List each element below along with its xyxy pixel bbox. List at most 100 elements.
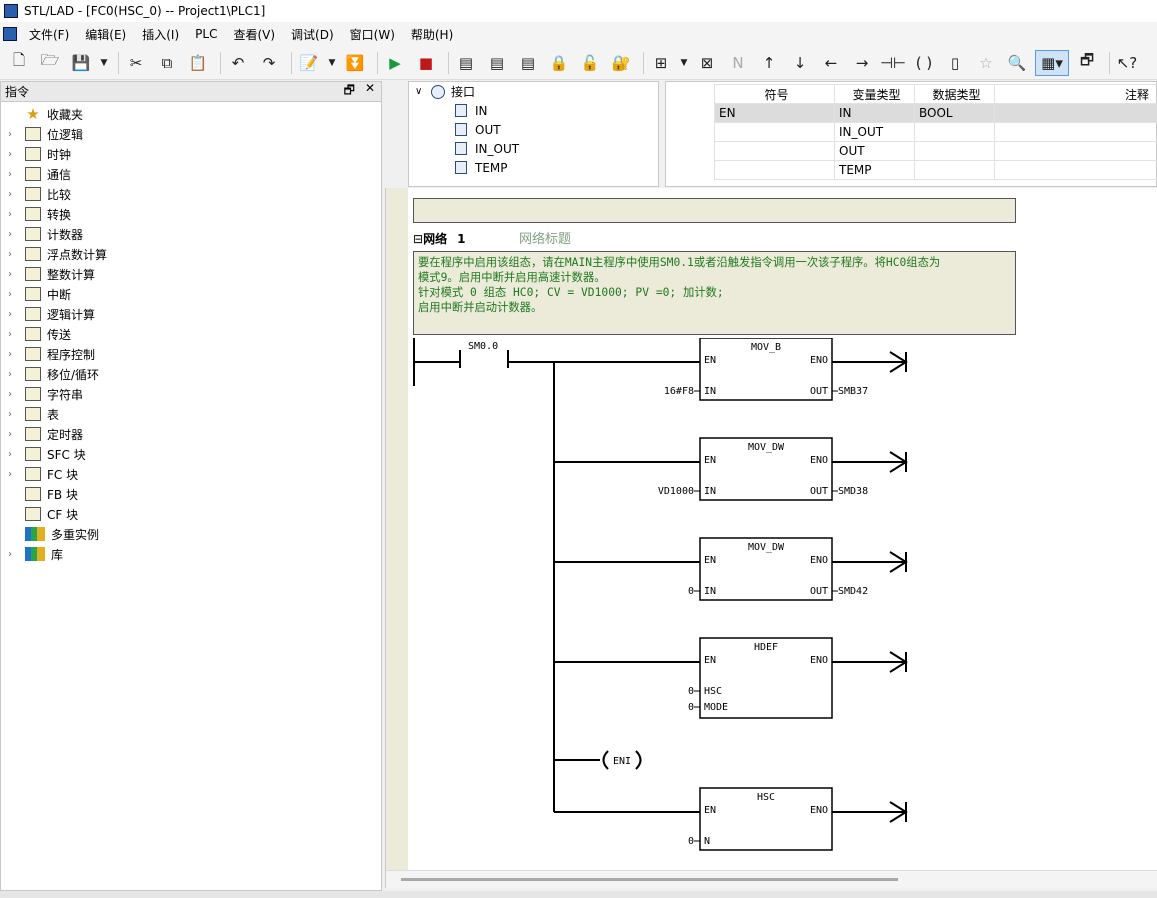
tree-item[interactable]: › 整数计算 (1, 264, 381, 284)
favorite-icon[interactable]: ☆ (973, 50, 999, 76)
menu-insert[interactable]: 插入(I) (134, 26, 187, 43)
tree-item[interactable]: 多重实例 (1, 524, 381, 544)
cell-comment[interactable] (994, 122, 1157, 142)
chevron-right-icon[interactable]: › (1, 429, 19, 440)
table-view-icon[interactable]: ▦▾ (1035, 49, 1069, 76)
unlock-icon[interactable]: 🔓 (577, 50, 603, 76)
protect-icon[interactable]: 🔐 (608, 50, 634, 76)
tree-item[interactable]: › 传送 (1, 324, 381, 344)
chevron-right-icon[interactable]: › (1, 349, 19, 360)
open-icon[interactable]: 🗁 (37, 50, 63, 76)
table-row[interactable]: IN_OUT (714, 122, 1157, 142)
insert-dropdown-icon[interactable]: ▼ (679, 50, 689, 76)
tree-item[interactable]: › 中断 (1, 284, 381, 304)
tree-item[interactable]: › FC 块 (1, 464, 381, 484)
branch-down-icon[interactable]: ↓ (787, 50, 813, 76)
cell-symbol[interactable]: EN (714, 103, 835, 123)
cell-var-type[interactable]: IN_OUT (834, 122, 915, 142)
chevron-right-icon[interactable]: › (1, 169, 19, 180)
download-icon[interactable]: ⏬ (342, 50, 368, 76)
chevron-right-icon[interactable]: › (1, 549, 19, 560)
run-icon[interactable]: ▶ (382, 50, 408, 76)
chevron-right-icon[interactable]: › (1, 449, 19, 460)
tree-item[interactable]: › 计数器 (1, 224, 381, 244)
chevron-right-icon[interactable]: › (1, 389, 19, 400)
menu-debug[interactable]: 调试(D) (283, 26, 342, 43)
menu-plc[interactable]: PLC (187, 27, 225, 41)
interface-item[interactable]: IN_OUT (409, 139, 658, 158)
close-icon[interactable]: ✕ (365, 81, 375, 102)
tree-item[interactable]: › 字符串 (1, 384, 381, 404)
network-heading[interactable]: ⊟网络 1 (413, 230, 465, 247)
cell-symbol[interactable] (714, 141, 835, 161)
save-icon[interactable]: 💾 (68, 50, 94, 76)
chevron-right-icon[interactable]: › (1, 469, 19, 480)
tree-item[interactable]: › 时钟 (1, 144, 381, 164)
column-comment[interactable]: 注释 (994, 84, 1157, 104)
tree-item[interactable]: › 浮点数计算 (1, 244, 381, 264)
tree-item[interactable]: › 定时器 (1, 424, 381, 444)
chevron-right-icon[interactable]: › (1, 329, 19, 340)
tree-item[interactable]: › 表 (1, 404, 381, 424)
box-icon[interactable]: ▯ (942, 50, 968, 76)
branch-up-icon[interactable]: ↑ (756, 50, 782, 76)
interface-item[interactable]: TEMP (409, 158, 658, 177)
cell-symbol[interactable] (714, 122, 835, 142)
tree-item[interactable]: › 逻辑计算 (1, 304, 381, 324)
tree-item[interactable]: ★ 收藏夹 (1, 104, 381, 124)
column-var-type[interactable]: 变量类型 (834, 84, 915, 104)
tree-item[interactable]: › 库 (1, 544, 381, 564)
insert-network-icon[interactable]: ⊞ (648, 50, 674, 76)
cell-data-type[interactable] (914, 122, 995, 142)
line-right-icon[interactable]: → (849, 50, 875, 76)
chevron-right-icon[interactable]: › (1, 129, 19, 140)
tree-item[interactable]: › 转换 (1, 204, 381, 224)
chevron-right-icon[interactable]: › (1, 369, 19, 380)
cell-var-type[interactable]: TEMP (834, 160, 915, 180)
table-row[interactable]: TEMP (714, 160, 1157, 180)
column-symbol[interactable]: 符号 (714, 84, 835, 104)
cell-comment[interactable] (994, 160, 1157, 180)
interface-item[interactable]: OUT (409, 120, 658, 139)
compile-icon[interactable]: 📝 (296, 50, 322, 76)
chevron-right-icon[interactable]: › (1, 409, 19, 420)
menu-view[interactable]: 查看(V) (225, 26, 283, 43)
tree-item[interactable]: › 位逻辑 (1, 124, 381, 144)
new-icon[interactable]: 🗋 (6, 50, 32, 76)
tree-item[interactable]: › SFC 块 (1, 444, 381, 464)
menu-edit[interactable]: 编辑(E) (77, 26, 134, 43)
ladder-n-icon[interactable]: N (725, 50, 751, 76)
undo-icon[interactable]: ↶ (225, 50, 251, 76)
chevron-right-icon[interactable]: › (1, 269, 19, 280)
help-icon[interactable]: ↖? (1114, 50, 1140, 76)
delete-network-icon[interactable]: ⊠ (694, 50, 720, 76)
stop-icon[interactable]: ■ (413, 50, 439, 76)
chevron-right-icon[interactable]: › (1, 249, 19, 260)
network-title-placeholder[interactable]: 网络标题 (519, 228, 571, 247)
table-row[interactable]: EN IN BOOL (714, 103, 1157, 123)
lock-icon[interactable]: 🔒 (546, 50, 572, 76)
cut-icon[interactable]: ✂ (123, 50, 149, 76)
column-data-type[interactable]: 数据类型 (914, 84, 995, 104)
copy-icon[interactable]: ⧉ (154, 50, 180, 76)
chevron-right-icon[interactable]: › (1, 289, 19, 300)
menu-help[interactable]: 帮助(H) (403, 26, 461, 43)
tree-item[interactable]: › 移位/循环 (1, 364, 381, 384)
coil-icon[interactable]: ( ) (911, 50, 937, 76)
cell-var-type[interactable]: IN (834, 103, 915, 123)
ladder-view-icon[interactable]: ▤ (453, 50, 479, 76)
tree-item[interactable]: › 程序控制 (1, 344, 381, 364)
chevron-right-icon[interactable]: › (1, 149, 19, 160)
cell-data-type[interactable] (914, 160, 995, 180)
paste-icon[interactable]: 📋 (185, 50, 211, 76)
cell-data-type[interactable] (914, 141, 995, 161)
horizontal-scrollbar[interactable] (386, 870, 1157, 888)
save-dropdown-icon[interactable]: ▼ (99, 50, 109, 76)
chevron-right-icon[interactable]: › (1, 189, 19, 200)
window-restore-icon[interactable]: 🗗 (1074, 50, 1100, 76)
network-comment[interactable]: 要在程序中启用该组态，请在MAIN主程序中使用SM0.1或者沿触发指令调用一次该… (413, 251, 1016, 335)
chevron-right-icon[interactable]: › (1, 229, 19, 240)
menu-file[interactable]: 文件(F) (21, 26, 77, 43)
fbd-view-icon[interactable]: ▤ (515, 50, 541, 76)
tree-item[interactable]: CF 块 (1, 504, 381, 524)
